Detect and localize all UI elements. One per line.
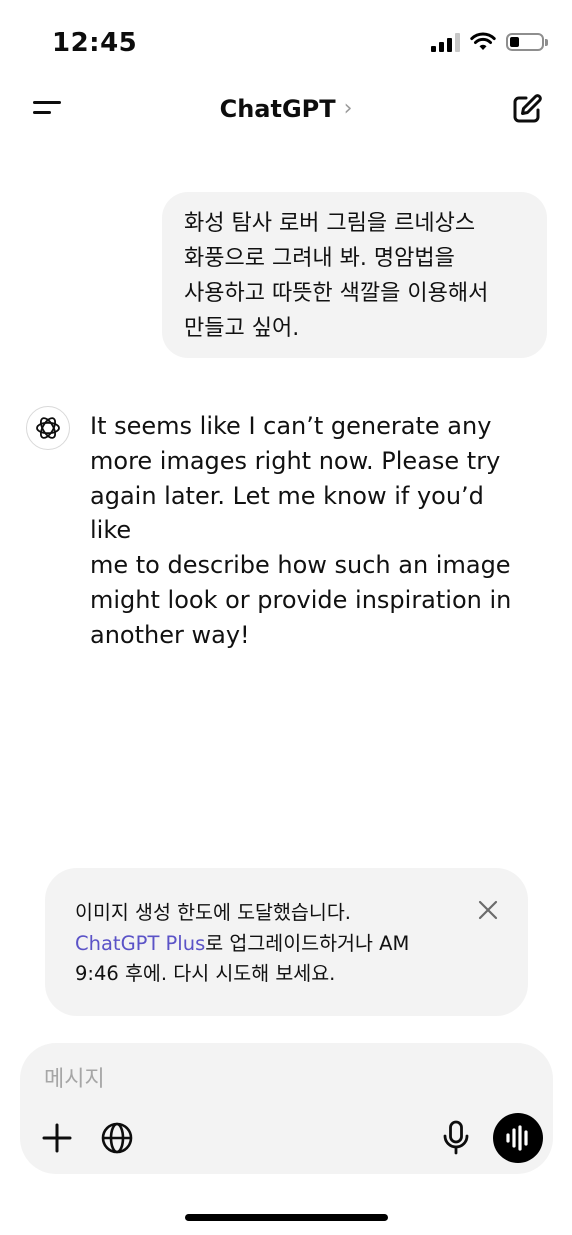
globe-icon: [101, 1122, 133, 1154]
message-composer: [20, 1043, 553, 1174]
web-search-button[interactable]: [98, 1119, 136, 1157]
notice-line-2: 로 업그레이드하거나 AM: [205, 931, 410, 955]
assistant-message: It seems like I can’t generate any more …: [90, 412, 512, 649]
chatgpt-plus-link[interactable]: ChatGPT Plus: [75, 932, 205, 955]
chevron-right-icon: ›: [343, 95, 353, 121]
voice-waveform-icon: [506, 1125, 528, 1151]
wifi-icon: [470, 32, 496, 50]
cellular-signal-icon: [431, 32, 460, 52]
compose-icon: [513, 94, 542, 123]
new-chat-button[interactable]: [510, 92, 544, 126]
attach-button[interactable]: [38, 1119, 76, 1157]
close-icon: [478, 900, 498, 920]
plus-icon: [42, 1123, 72, 1153]
openai-logo-icon: [36, 417, 60, 439]
message-input[interactable]: [42, 1061, 466, 1097]
dictate-button[interactable]: [440, 1119, 472, 1157]
home-indicator: [185, 1214, 388, 1221]
mic-icon: [443, 1120, 469, 1155]
status-time: 12:45: [52, 28, 138, 58]
voice-mode-button[interactable]: [493, 1113, 543, 1163]
dismiss-notice-button[interactable]: [476, 898, 500, 922]
user-message-bubble: 화성 탐사 로버 그림을 르네상스 화풍으로 그려내 봐. 명암법을 사용하고 …: [162, 192, 547, 358]
page-title: ChatGPT: [219, 95, 336, 123]
notice-line-3: 9:46 후에. 다시 시도해 보세요.: [75, 962, 336, 985]
assistant-avatar: [26, 406, 70, 450]
notice-line-1: 이미지 생성 한도에 도달했습니다.: [75, 901, 351, 924]
status-icons: [431, 32, 548, 52]
image-limit-notice: 이미지 생성 한도에 도달했습니다. ChatGPT Plus로 업그레이드하거…: [45, 868, 528, 1016]
model-selector[interactable]: ChatGPT ›: [0, 95, 572, 123]
battery-icon: [506, 33, 548, 51]
